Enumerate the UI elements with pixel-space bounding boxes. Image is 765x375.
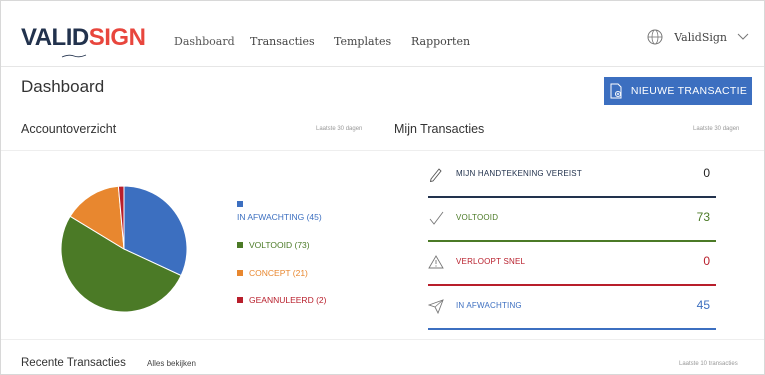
alles-bekijken-link[interactable]: Alles bekijken [147,359,196,368]
warning-icon [428,255,444,269]
legend-swatch-voltooid [237,242,243,248]
nav-dashboard[interactable]: Dashboard [174,35,235,48]
accountoverzicht-period[interactable]: Laatste 30 dagen [316,126,362,132]
page-title: Dashboard [21,77,105,96]
row-label: MIJN HANDTEKENING VEREIST [456,169,582,178]
new-transaction-label: NIEUWE TRANSACTIE [630,85,748,97]
validsign-logo[interactable]: VALIDSIGN [21,24,146,52]
legend-in-afwachting: IN AFWACHTING (45) [237,212,322,222]
accountoverzicht-title: Accountoverzicht [21,122,117,136]
legend-swatch-in-afwachting [237,201,243,207]
user-name: ValidSign [674,30,727,44]
legend-voltooid: VOLTOOID (73) [249,240,310,250]
globe-icon [647,29,663,45]
section-divider [1,339,764,340]
nav-rapporten[interactable]: Rapporten [411,35,470,48]
logo-text-valid: VALID [21,24,89,51]
check-icon [429,211,444,225]
app-frame: VALIDSIGN Dashboard Transacties Template… [0,0,765,375]
mijn-transacties-title: Mijn Transacties [394,122,485,136]
pen-icon [429,168,442,182]
new-transaction-button[interactable]: NIEUWE TRANSACTIE [604,77,752,105]
new-document-icon [610,83,622,99]
row-voltooid[interactable]: VOLTOOID 73 [428,198,716,242]
user-menu[interactable]: ValidSign [646,28,749,46]
nav-templates[interactable]: Templates [334,35,391,48]
chevron-down-icon [737,33,749,40]
mijn-transacties-period[interactable]: Laatste 30 dagen [693,126,739,132]
recente-transacties-title: Recente Transacties [21,357,126,369]
row-underline [428,328,716,330]
row-verloopt-snel[interactable]: VERLOOPT SNEL 0 [428,242,716,286]
row-label: IN AFWACHTING [456,301,522,310]
row-label: VERLOOPT SNEL [456,257,526,266]
row-count: 0 [703,254,710,268]
row-count: 0 [703,166,710,180]
logo-text-sign: SIGN [88,24,146,51]
row-handtekening-vereist[interactable]: MIJN HANDTEKENING VEREIST 0 [428,154,716,198]
legend-swatch-concept [237,270,243,276]
row-label: VOLTOOID [456,213,499,222]
send-icon [428,299,444,314]
row-in-afwachting[interactable]: IN AFWACHTING 45 [428,286,716,330]
top-navigation: VALIDSIGN Dashboard Transacties Template… [1,1,764,67]
row-count: 73 [696,210,710,224]
account-pie-chart [60,185,188,313]
logo-swoosh-icon [61,54,87,58]
row-count: 45 [696,298,710,312]
legend-geannuleerd: GEANNULEERD (2) [249,295,327,305]
nav-transacties[interactable]: Transacties [250,35,315,48]
recente-transacties-period[interactable]: Laatste 10 transacties [679,361,738,367]
legend-concept: CONCEPT (21) [249,268,308,278]
legend-swatch-geannuleerd [237,297,243,303]
